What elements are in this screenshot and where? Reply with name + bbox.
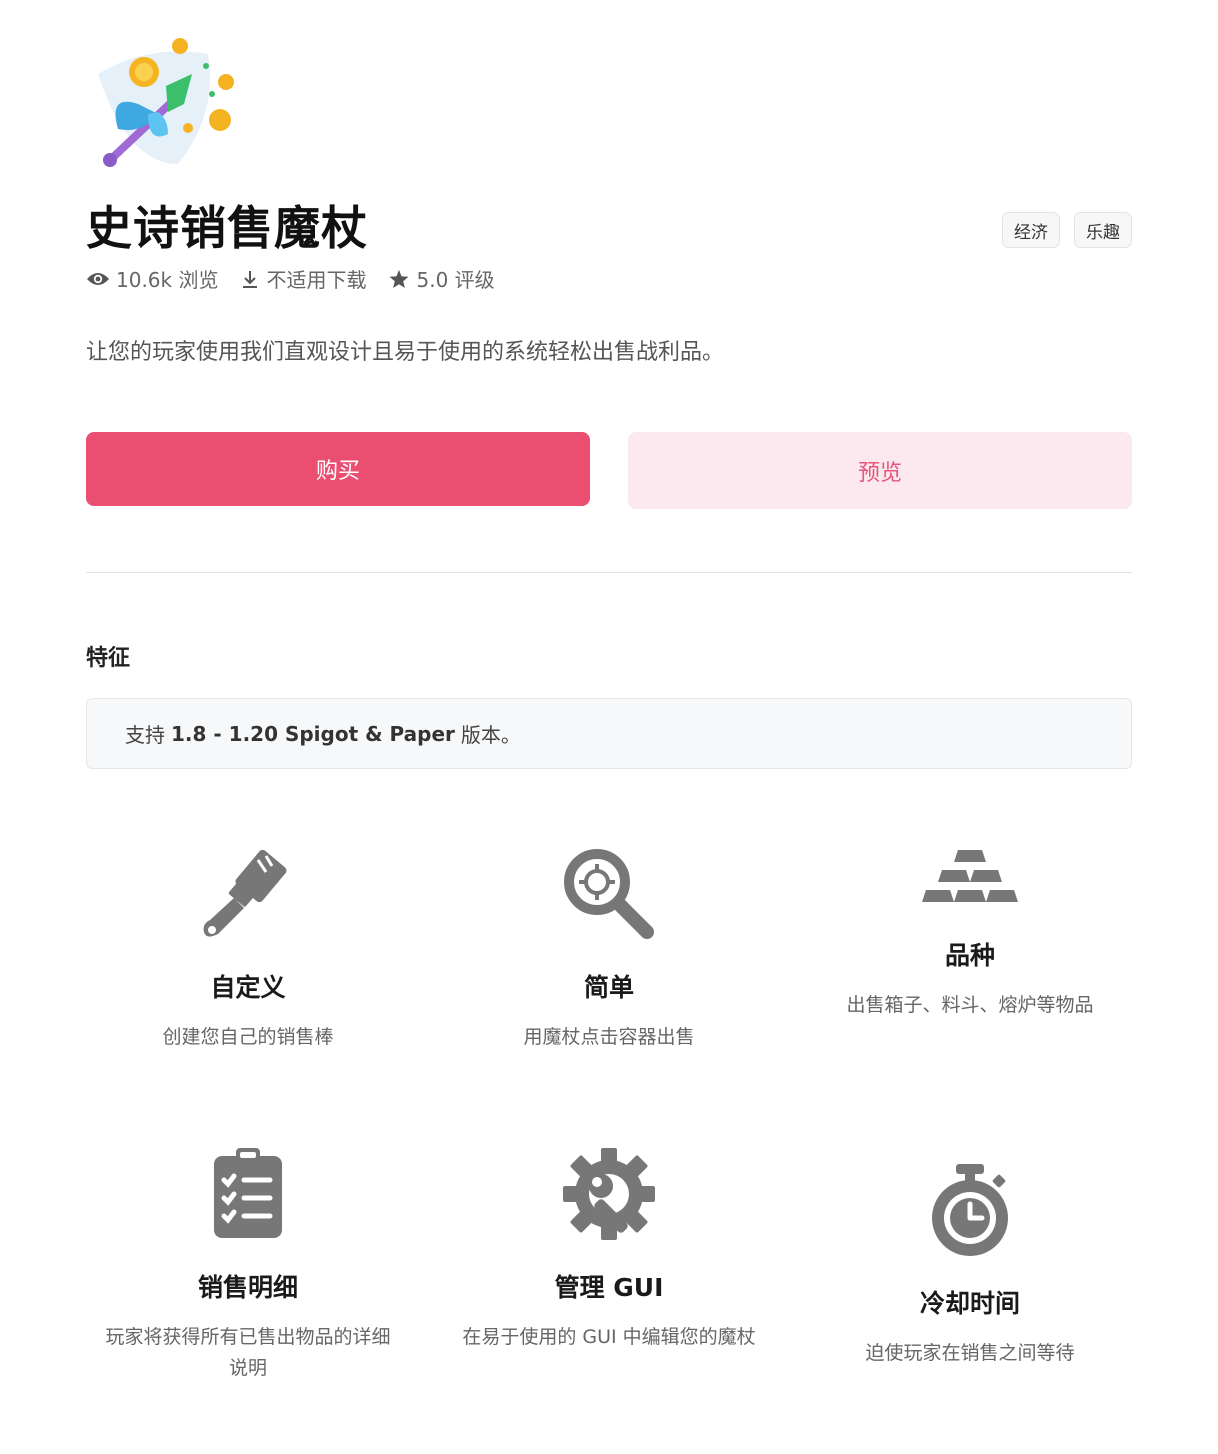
gear-wrench-icon (563, 1148, 655, 1240)
feature-title: 销售明细 (197, 1273, 298, 1302)
clipboard-checklist-icon (214, 1148, 282, 1238)
version-notice: 支持 1.8 - 1.20 Spigot & Paper 版本。 (86, 698, 1132, 769)
feature-description: 出售箱子、料斗、熔炉等物品 (846, 994, 1094, 1016)
tag-list: 经济 乐趣 (1002, 212, 1132, 248)
downloads-stat: 不适用下载 (240, 264, 366, 293)
rating-text: 5.0 评级 (416, 268, 495, 292)
feature-card-variety: 品种 出售箱子、料斗、熔炉等物品 (800, 846, 1140, 1021)
product-logo (88, 34, 248, 180)
product-stats: 10.6k 浏览 不适用下载 5.0 评级 (86, 264, 517, 293)
magnifier-target-icon (564, 849, 654, 939)
buy-button[interactable]: 购买 (86, 432, 590, 506)
rating-stat: 5.0 评级 (388, 264, 495, 293)
feature-card-custom: 自定义 创建您自己的销售棒 (78, 846, 418, 1053)
feature-description: 迫使玩家在销售之间等待 (865, 1342, 1075, 1364)
divider (86, 572, 1132, 573)
feature-description: 创建您自己的销售棒 (162, 1026, 334, 1048)
feature-title: 品种 (944, 941, 995, 970)
eye-icon (87, 272, 109, 285)
paintbrush-icon (203, 849, 287, 937)
tag-economy[interactable]: 经济 (1002, 212, 1060, 248)
feature-card-cooldown: 冷却时间 迫使玩家在销售之间等待 (800, 1162, 1140, 1369)
features-heading: 特征 (86, 646, 131, 671)
feature-title: 管理 GUI (554, 1273, 664, 1302)
downloads-text: 不适用下载 (266, 268, 367, 292)
star-icon (389, 269, 409, 288)
views-stat: 10.6k 浏览 (86, 264, 218, 293)
feature-card-simple: 简单 用魔杖点击容器出售 (439, 846, 779, 1053)
feature-title: 冷却时间 (919, 1289, 1020, 1318)
product-description: 让您的玩家使用我们直观设计且易于使用的系统轻松出售战利品。 (86, 340, 725, 365)
feature-title: 自定义 (210, 973, 286, 1002)
product-title: 史诗销售魔杖 (86, 201, 368, 255)
notice-suffix: 版本。 (460, 723, 521, 747)
feature-title: 简单 (583, 973, 634, 1002)
feature-card-admin-gui: 管理 GUI 在易于使用的 GUI 中编辑您的魔杖 (439, 1146, 779, 1353)
notice-prefix: 支持 (125, 723, 165, 747)
tag-fun[interactable]: 乐趣 (1074, 212, 1132, 248)
feature-description: 玩家将获得所有已售出物品的详细说明 (105, 1326, 391, 1379)
feature-card-sales-details: 销售明细 玩家将获得所有已售出物品的详细说明 (78, 1146, 418, 1384)
preview-button[interactable]: 预览 (628, 432, 1132, 509)
feature-description: 用魔杖点击容器出售 (523, 1026, 695, 1048)
download-icon (243, 270, 258, 288)
notice-versions: 1.8 - 1.20 Spigot & Paper (171, 721, 455, 746)
feature-description: 在易于使用的 GUI 中编辑您的魔杖 (462, 1326, 756, 1348)
gold-bars-icon (922, 850, 1018, 902)
stopwatch-icon (932, 1164, 1008, 1256)
views-text: 10.6k 浏览 (116, 268, 219, 292)
